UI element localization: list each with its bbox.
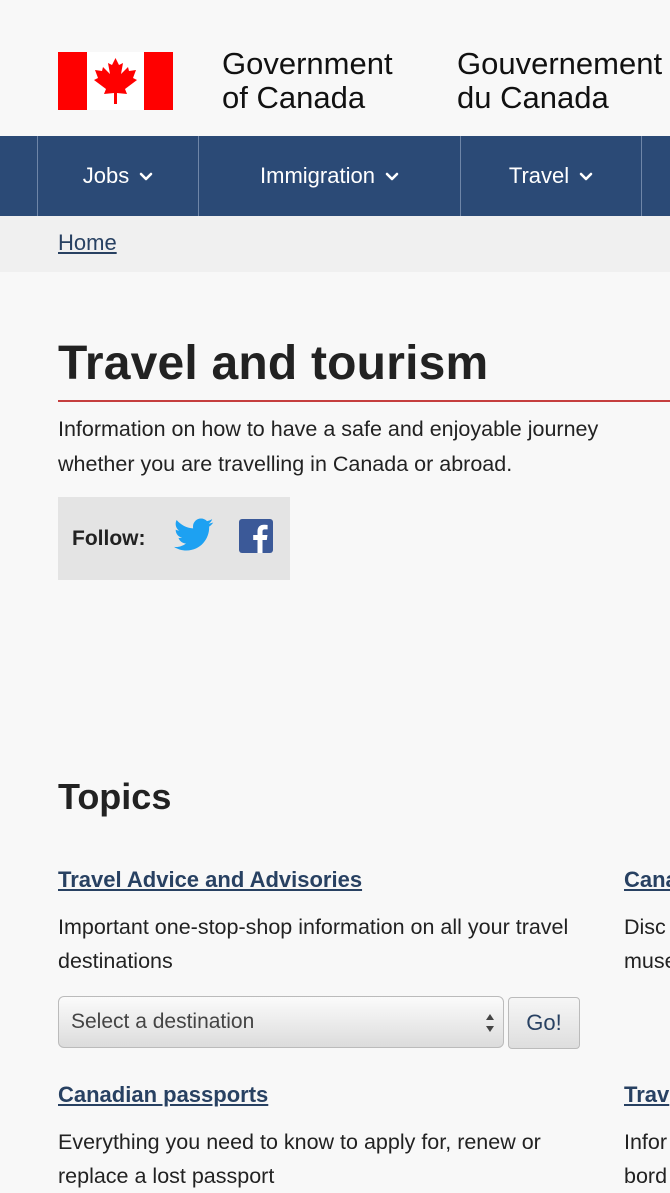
- topic-desc-passports: Everything you need to know to apply for…: [58, 1130, 541, 1188]
- chevron-down-icon: [385, 172, 399, 181]
- menu-item-jobs[interactable]: Jobs: [37, 136, 198, 216]
- topic-link-passports[interactable]: Canadian passports: [58, 1082, 268, 1108]
- destination-select-value: Select a destination: [71, 1010, 255, 1033]
- follow-box: Follow:: [58, 497, 290, 580]
- facebook-icon[interactable]: [239, 519, 273, 553]
- go-button[interactable]: Go!: [508, 997, 580, 1049]
- topic-link-right-1[interactable]: Cana: [624, 867, 670, 893]
- menu-item-label: Jobs: [82, 163, 130, 188]
- signature-english: Government of Canada: [222, 46, 393, 115]
- menu-item-travel[interactable]: Travel: [460, 136, 641, 216]
- canada-flag-icon[interactable]: [58, 52, 173, 110]
- chevron-down-icon: [579, 172, 593, 181]
- topics-heading: Topics: [58, 776, 172, 817]
- topic-link-right-2[interactable]: Trav: [624, 1082, 669, 1108]
- main-menu: Jobs Immigration Travel: [0, 136, 670, 216]
- topic-link-travel-advice[interactable]: Travel Advice and Advisories: [58, 867, 362, 893]
- menu-item-label: Immigration: [260, 163, 375, 188]
- topic-desc-right-1-line1: Disc: [624, 915, 666, 939]
- menu-item-previous[interactable]: [0, 136, 36, 216]
- breadcrumb-home-link[interactable]: Home: [58, 230, 117, 256]
- topic-desc-travel-advice: Important one-stop-shop information on a…: [58, 915, 569, 973]
- topic-desc-right-2-line2: bord: [624, 1164, 668, 1188]
- destination-select[interactable]: Select a destination: [58, 996, 504, 1048]
- menu-item-label: Travel: [508, 163, 570, 188]
- menu-item-immigration[interactable]: Immigration: [198, 136, 460, 216]
- menu-item-next[interactable]: [641, 136, 670, 216]
- page-intro: Information on how to have a safe and en…: [58, 417, 599, 476]
- topic-desc-right-1-line2: muse: [624, 949, 670, 973]
- signature-french: Gouvernement du Canada: [457, 47, 663, 115]
- topic-desc-right-2-line1: Infor: [624, 1130, 668, 1154]
- follow-label: Follow:: [72, 527, 146, 550]
- page-title: Travel and tourism: [58, 337, 489, 390]
- updown-arrows-icon: [486, 1014, 494, 1032]
- site-header: Government of Canada Gouvernement du Can…: [0, 0, 670, 136]
- chevron-down-icon: [139, 172, 153, 181]
- twitter-icon[interactable]: [174, 518, 214, 552]
- title-underline: [58, 400, 670, 402]
